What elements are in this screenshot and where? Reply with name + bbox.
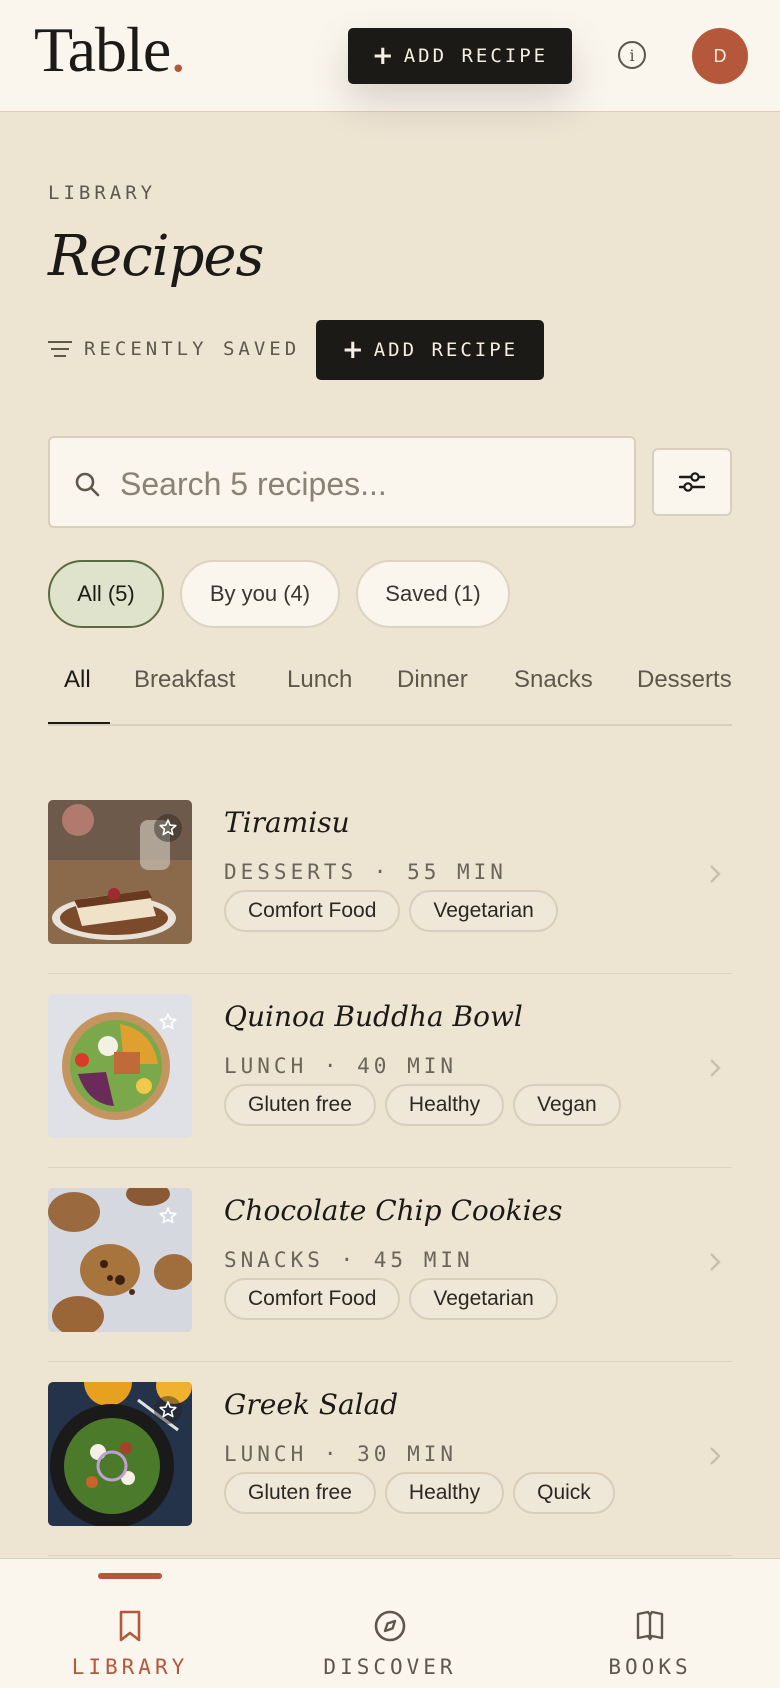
sort-icon (48, 340, 72, 358)
page-eyebrow: LIBRARY (48, 182, 157, 204)
filter-pill-all[interactable]: All (5) (48, 560, 164, 628)
add-recipe-button[interactable]: + ADD RECIPE (316, 320, 544, 380)
recipe-meta: DESSERTS · 55 MIN (224, 860, 507, 884)
nav-books[interactable]: BOOKS (550, 1559, 750, 1688)
filter-button[interactable] (652, 448, 732, 516)
header-add-recipe-label: ADD RECIPE (403, 45, 549, 67)
recipe-tag: Gluten free (224, 1084, 376, 1126)
active-tab-indicator (48, 722, 110, 724)
recipe-tags: Comfort Food Vegetarian (224, 890, 558, 932)
active-nav-indicator (98, 1573, 162, 1579)
recipe-title[interactable]: Tiramisu (224, 806, 350, 839)
recipe-image (48, 800, 192, 944)
plus-icon: + (371, 41, 394, 71)
app-logo[interactable]: Table. (34, 18, 186, 82)
sort-dropdown[interactable]: RECENTLY SAVED (48, 336, 300, 362)
category-tabs: All Breakfast Lunch Dinner Snacks Desser… (48, 666, 732, 726)
user-avatar[interactable]: D (692, 28, 748, 84)
recipe-tag: Quick (513, 1472, 615, 1514)
page-title: Recipes (48, 224, 264, 289)
recipe-tag: Healthy (384, 1084, 505, 1126)
filter-pill-by-you[interactable]: By you (4) (180, 560, 340, 628)
nav-library-label: LIBRARY (71, 1655, 189, 1679)
chevron-right-icon (710, 865, 721, 883)
compass-icon (374, 1610, 406, 1642)
recipe-meta: LUNCH · 30 MIN (224, 1442, 458, 1466)
recipe-meta: LUNCH · 40 MIN (224, 1054, 458, 1078)
sort-label: RECENTLY SAVED (84, 338, 301, 360)
add-recipe-label: ADD RECIPE (373, 339, 519, 361)
chevron-right-icon (710, 1059, 721, 1077)
recipe-row[interactable]: Quinoa Buddha Bowl LUNCH · 40 MIN Gluten… (48, 974, 732, 1168)
recipe-image (48, 994, 192, 1138)
recipe-title[interactable]: Chocolate Chip Cookies (224, 1194, 562, 1227)
recipe-tag: Gluten free (224, 1472, 376, 1514)
recipe-title[interactable]: Quinoa Buddha Bowl (224, 1000, 523, 1033)
recipe-row[interactable]: Tiramisu DESSERTS · 55 MIN Comfort Food … (48, 780, 732, 974)
nav-discover-label: DISCOVER (323, 1655, 457, 1679)
star-icon[interactable] (154, 814, 182, 842)
search-icon (75, 472, 100, 497)
recipe-meta: SNACKS · 45 MIN (224, 1248, 474, 1272)
recipe-image (48, 1382, 192, 1526)
tab-breakfast[interactable]: Breakfast (134, 666, 235, 724)
recipe-tag: Comfort Food (224, 890, 401, 932)
recipe-tag: Healthy (384, 1472, 505, 1514)
recipe-tag: Vegan (513, 1084, 621, 1126)
tab-all[interactable]: All (64, 666, 91, 724)
bottom-navigation: LIBRARY DISCOVER BOOKS (0, 1558, 780, 1688)
star-icon[interactable] (154, 1202, 182, 1230)
chevron-right-icon (710, 1447, 721, 1465)
tab-lunch[interactable]: Lunch (287, 666, 352, 724)
star-icon[interactable] (154, 1008, 182, 1036)
sliders-icon (679, 472, 705, 492)
recipe-title[interactable]: Greek Salad (224, 1388, 398, 1421)
recipe-tag: Vegetarian (409, 1278, 558, 1320)
tab-snacks[interactable]: Snacks (514, 666, 593, 724)
book-icon (636, 1610, 664, 1641)
header-add-recipe-button[interactable]: + ADD RECIPE (348, 28, 572, 84)
chevron-right-icon (710, 1253, 721, 1271)
bookmark-icon (119, 1610, 141, 1642)
recipe-tags: Gluten free Healthy Vegan (224, 1084, 621, 1126)
recipe-image (48, 1188, 192, 1332)
star-icon[interactable] (154, 1396, 182, 1424)
info-icon[interactable]: i (618, 41, 646, 69)
recipe-row[interactable]: Chocolate Chip Cookies SNACKS · 45 MIN C… (48, 1168, 732, 1362)
recipe-row[interactable]: Greek Salad LUNCH · 30 MIN Gluten free H… (48, 1362, 732, 1556)
tab-dinner[interactable]: Dinner (397, 666, 468, 724)
nav-library[interactable]: LIBRARY (30, 1559, 230, 1688)
app-header: Table. + ADD RECIPE i D (0, 0, 780, 112)
nav-discover[interactable]: DISCOVER (290, 1559, 490, 1688)
search-field[interactable]: Search 5 recipes... (48, 436, 636, 528)
tab-desserts[interactable]: Desserts (637, 666, 732, 724)
search-input[interactable]: Search 5 recipes... (120, 466, 387, 503)
filter-pill-saved[interactable]: Saved (1) (356, 560, 510, 628)
recipe-tags: Gluten free Healthy Quick (224, 1472, 615, 1514)
plus-icon: + (341, 335, 364, 365)
recipe-tags: Comfort Food Vegetarian (224, 1278, 558, 1320)
nav-books-label: BOOKS (608, 1655, 692, 1679)
recipe-tag: Comfort Food (224, 1278, 401, 1320)
recipe-tag: Vegetarian (409, 890, 558, 932)
